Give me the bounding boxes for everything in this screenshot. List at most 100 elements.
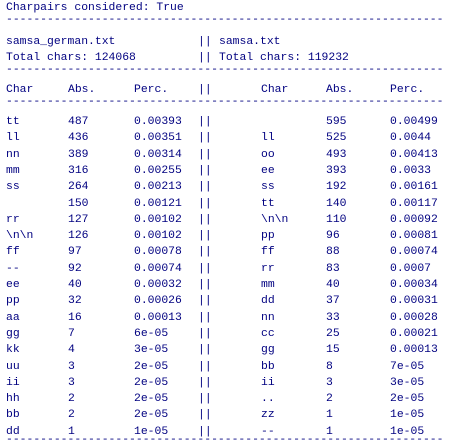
column-separator: || xyxy=(198,36,212,48)
console-output: Charpairs considered: True -------------… xyxy=(6,0,446,446)
right-perc-cell: 0.0033 xyxy=(390,165,432,177)
bottom-rule: ----------------------------------------… xyxy=(6,434,442,446)
right-char-cell: ff xyxy=(261,246,275,258)
table-row: kk 4 3e-05 || gg 15 0.00013 xyxy=(6,342,446,358)
table-row: pp 32 0.00026 || dd 37 0.00031 xyxy=(6,293,446,309)
table-row: ll 436 0.00351 || ll 525 0.0044 xyxy=(6,130,446,146)
left-char-cell: aa xyxy=(6,312,20,324)
right-char-cell: rr xyxy=(261,263,275,275)
left-char-cell: ss xyxy=(6,181,20,193)
table-row: 150 0.00121 || tt 140 0.00117 xyxy=(6,196,446,212)
right-char-cell: gg xyxy=(261,344,275,356)
left-char-cell: ll xyxy=(6,132,20,144)
right-char-cell: nn xyxy=(261,312,275,324)
table-row: bb 2 2e-05 || zz 1 1e-05 xyxy=(6,407,446,423)
right-char-cell: pp xyxy=(261,230,275,242)
left-abs-cell: 4 xyxy=(68,344,75,356)
left-perc-cell: 0.00032 xyxy=(134,279,182,291)
right-perc-cell: 0.00413 xyxy=(390,149,438,161)
top-rule: ----------------------------------------… xyxy=(6,14,442,26)
left-abs-cell: 16 xyxy=(68,312,82,324)
right-abs-cell: 140 xyxy=(326,198,347,210)
left-char-cell: ff xyxy=(6,246,20,258)
table-row: mm 316 0.00255 || ee 393 0.0033 xyxy=(6,163,446,179)
left-char-cell: gg xyxy=(6,328,20,340)
left-abs-cell: 487 xyxy=(68,116,89,128)
left-perc-cell: 0.00078 xyxy=(134,246,182,258)
left-abs-cell: 150 xyxy=(68,198,89,210)
right-abs-cell: 40 xyxy=(326,279,340,291)
right-char-cell: bb xyxy=(261,361,275,373)
right-abs-cell: 88 xyxy=(326,246,340,258)
column-separator: || xyxy=(198,263,212,275)
table-row: tt 487 0.00393 || 595 0.00499 xyxy=(6,114,446,130)
left-perc-cell: 3e-05 xyxy=(134,344,169,356)
right-perc-cell: 0.00028 xyxy=(390,312,438,324)
column-separator: || xyxy=(198,393,212,405)
right-char-cell: mm xyxy=(261,279,275,291)
left-abs-cell: 97 xyxy=(68,246,82,258)
left-perc-cell: 0.00102 xyxy=(134,230,182,242)
left-char-cell: nn xyxy=(6,149,20,161)
left-perc-cell: 6e-05 xyxy=(134,328,169,340)
right-abs-cell: 8 xyxy=(326,361,333,373)
right-perc-cell: 2e-05 xyxy=(390,393,425,405)
right-perc-cell: 0.00013 xyxy=(390,344,438,356)
left-perc-cell: 0.00393 xyxy=(134,116,182,128)
left-char-cell: ii xyxy=(6,377,20,389)
left-char-cell: pp xyxy=(6,295,20,307)
left-perc-cell: 2e-05 xyxy=(134,409,169,421)
right-file-name: samsa.txt xyxy=(219,36,281,48)
table-row: ff 97 0.00078 || ff 88 0.00074 xyxy=(6,244,446,260)
left-file-name: samsa_german.txt xyxy=(6,36,116,48)
left-abs-cell: 92 xyxy=(68,263,82,275)
right-perc-cell: 0.00081 xyxy=(390,230,438,242)
right-abs-cell: 96 xyxy=(326,230,340,242)
right-abs-cell: 393 xyxy=(326,165,347,177)
table-row: aa 16 0.00013 || nn 33 0.00028 xyxy=(6,310,446,326)
right-abs-cell: 3 xyxy=(326,377,333,389)
left-char-cell: rr xyxy=(6,214,20,226)
right-abs-cell: 110 xyxy=(326,214,347,226)
middle-rule: ----------------------------------------… xyxy=(6,64,442,76)
left-abs-cell: 3 xyxy=(68,361,75,373)
right-perc-cell: 0.00092 xyxy=(390,214,438,226)
left-char-cell: tt xyxy=(6,116,20,128)
left-char-cell: ee xyxy=(6,279,20,291)
right-perc-cell: 0.00161 xyxy=(390,181,438,193)
right-char-cell: dd xyxy=(261,295,275,307)
right-char-cell: tt xyxy=(261,198,275,210)
left-char-cell: \n\n xyxy=(6,230,34,242)
column-separator: || xyxy=(198,279,212,291)
table-row: hh 2 2e-05 ||.. 2 2e-05 xyxy=(6,391,446,407)
left-abs-cell: 126 xyxy=(68,230,89,242)
left-abs-cell: 127 xyxy=(68,214,89,226)
right-char-cell: cc xyxy=(261,328,275,340)
header-rule: ----------------------------------------… xyxy=(6,96,442,108)
column-separator: || xyxy=(198,230,212,242)
left-perc-cell: 0.00255 xyxy=(134,165,182,177)
column-separator: || xyxy=(198,328,212,340)
left-abs-cell: 436 xyxy=(68,132,89,144)
right-abs-cell: 37 xyxy=(326,295,340,307)
right-char-cell: ii xyxy=(261,377,275,389)
right-perc-cell: 0.0007 xyxy=(390,263,432,275)
table-row: -- 92 0.00074 || rr 83 0.0007 xyxy=(6,261,446,277)
right-char-cell: ss xyxy=(261,181,275,193)
right-char-cell: ee xyxy=(261,165,275,177)
left-perc-cell: 2e-05 xyxy=(134,377,169,389)
table-row: nn 389 0.00314 || oo 493 0.00413 xyxy=(6,147,446,163)
right-perc-cell: 0.00034 xyxy=(390,279,438,291)
table-row: rr 127 0.00102 || \n\n 110 0.00092 xyxy=(6,212,446,228)
right-abs-cell: 192 xyxy=(326,181,347,193)
right-abs-cell: 15 xyxy=(326,344,340,356)
table-row: uu 3 2e-05 || bb 8 7e-05 xyxy=(6,359,446,375)
column-separator: || xyxy=(198,198,212,210)
right-perc-cell: 1e-05 xyxy=(390,409,425,421)
column-separator: || xyxy=(198,149,212,161)
left-char-cell: mm xyxy=(6,165,20,177)
table-row: gg 7 6e-05 || cc 25 0.00021 xyxy=(6,326,446,342)
left-perc-cell: 0.00013 xyxy=(134,312,182,324)
left-perc-cell: 2e-05 xyxy=(134,393,169,405)
right-abs-cell: 1 xyxy=(326,409,333,421)
